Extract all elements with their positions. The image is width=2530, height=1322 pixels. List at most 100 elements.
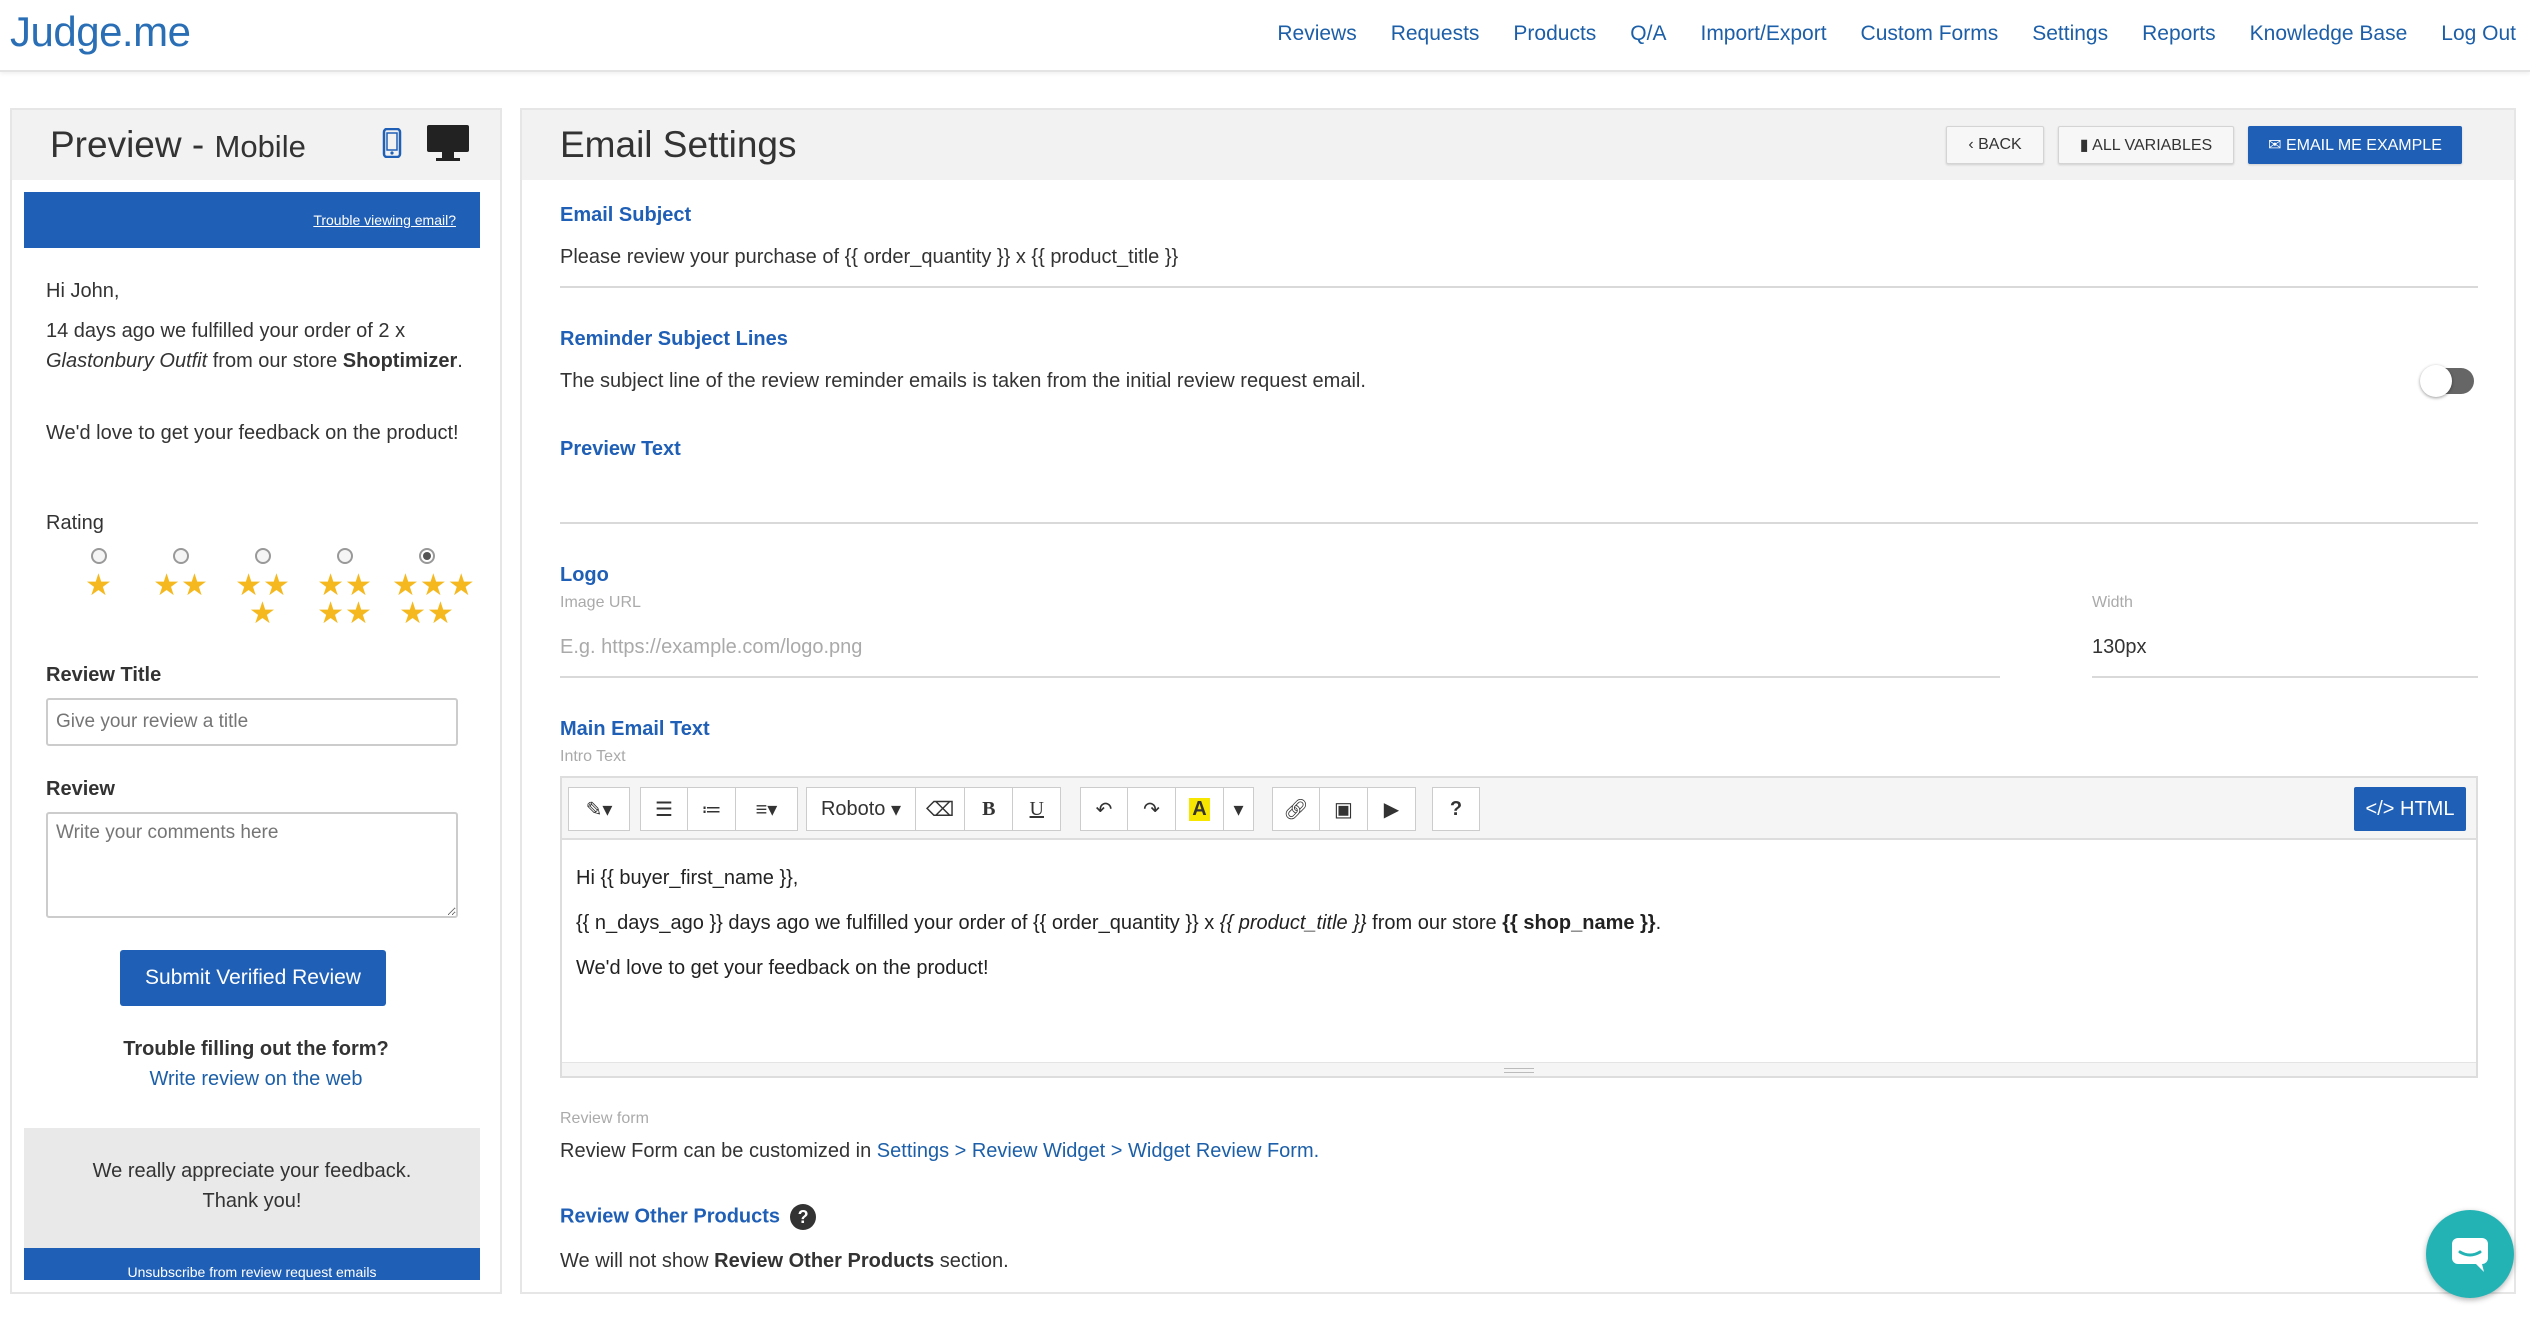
reminder-subject-toggle[interactable] [2420, 365, 2474, 397]
write-review-web-link[interactable]: Write review on the web [12, 1068, 500, 1091]
image-url-label: Image URL [560, 594, 641, 611]
all-variables-button[interactable]: ▮ ALL VARIABLES [2058, 126, 2234, 164]
email-p1-mid: from our store [207, 350, 343, 372]
rating-option-3[interactable]: ★★ ★ [228, 548, 298, 630]
ordered-list-button[interactable]: ☰ [640, 787, 688, 831]
nav-link-products[interactable]: Products [1513, 22, 1596, 46]
preview-title: Preview - Mobile [50, 124, 306, 166]
caret-down-icon: ▾ [1233, 798, 1244, 821]
trouble-viewing-link[interactable]: Trouble viewing email? [313, 212, 456, 228]
submit-review-button[interactable]: Submit Verified Review [120, 950, 386, 1006]
image-icon: ▣ [1334, 798, 1353, 821]
undo-icon: ↶ [1095, 798, 1113, 821]
font-family-select[interactable]: Roboto ▾ [806, 787, 916, 831]
rating-option-4[interactable]: ★★ ★★ [310, 548, 380, 630]
reminder-subject-title: Reminder Subject Lines [560, 328, 788, 350]
logo-title: Logo [560, 564, 609, 586]
email-p1-suffix: . [457, 350, 463, 372]
review-other-products-text: We will not show Review Other Products s… [560, 1250, 1009, 1273]
thanks-box: We really appreciate your feedback. Than… [24, 1128, 480, 1248]
help-icon[interactable]: ? [790, 1204, 817, 1230]
nav-link-log-out[interactable]: Log Out [2441, 22, 2516, 46]
bold-icon: B [982, 797, 996, 820]
other-products-bold: Review Other Products [714, 1250, 935, 1272]
nav-link-settings[interactable]: Settings [2032, 22, 2108, 46]
bold-button[interactable]: B [965, 787, 1014, 831]
trouble-form-text: Trouble filling out the form? [123, 1038, 389, 1060]
editor-line2-e: . [1655, 912, 1662, 934]
review-other-products-title: Review Other Products? [560, 1204, 817, 1230]
rating-radio-2[interactable] [173, 548, 189, 564]
align-button[interactable]: ≡▾ [736, 787, 798, 831]
undo-button[interactable]: ↶ [1080, 787, 1128, 831]
email-product-name: Glastonbury Outfit [46, 350, 208, 372]
magic-style-button[interactable]: ✎▾ [568, 787, 630, 831]
preview-text-input[interactable] [560, 482, 2478, 512]
mobile-icon[interactable] [382, 127, 402, 163]
rating-option-1[interactable]: ★ [64, 548, 134, 601]
ordered-list-icon: ☰ [655, 798, 673, 821]
other-products-prefix: We will not show [560, 1250, 715, 1272]
email-subject-input[interactable]: Please review your purchase of {{ order_… [560, 246, 1178, 269]
editor-line-order: {{ n_days_ago }} days ago we fulfilled y… [576, 901, 2462, 946]
insert-link-button[interactable]: 🔗︎ [1272, 787, 1320, 831]
rating-radio-5[interactable] [419, 548, 435, 564]
email-paragraph-feedback: We'd love to get your feedback on the pr… [46, 422, 459, 444]
preview-mode-label: Mobile [214, 129, 306, 164]
unordered-list-button[interactable]: ≔ [688, 787, 736, 831]
nav-link-custom-forms[interactable]: Custom Forms [1861, 22, 1999, 46]
preview-header: Preview - Mobile [12, 110, 500, 180]
nav-link-reports[interactable]: Reports [2142, 22, 2216, 46]
font-color-dropdown[interactable]: ▾ [1224, 787, 1254, 831]
editor-content[interactable]: Hi {{ buyer_first_name }}, {{ n_days_ago… [562, 840, 2476, 1076]
logo-width-input[interactable]: 130px [2092, 636, 2147, 659]
review-textarea[interactable] [46, 812, 458, 918]
font-color-button[interactable]: A [1176, 787, 1224, 831]
reminder-subject-text: The subject line of the review reminder … [560, 370, 1366, 392]
desktop-icon[interactable] [426, 124, 470, 167]
review-form-settings-link[interactable]: Settings > Review Widget > Widget Review… [877, 1140, 1319, 1162]
unsubscribe-bar: Unsubscribe from review request emails [24, 1248, 480, 1280]
image-url-input[interactable]: E.g. https://example.com/logo.png [560, 636, 862, 659]
other-products-suffix: section. [934, 1250, 1009, 1272]
unordered-list-icon: ≔ [701, 798, 722, 821]
email-me-example-button[interactable]: ✉ EMAIL ME EXAMPLE [2248, 126, 2462, 164]
preview-text-title: Preview Text [560, 438, 681, 460]
nav-link-knowledge-base[interactable]: Knowledge Base [2250, 22, 2408, 46]
toolbar-group-font: Roboto ▾ ⌫ B U [806, 787, 1062, 831]
html-code-button[interactable]: </> HTML [2354, 787, 2466, 831]
logo-width-underline [2092, 676, 2478, 678]
editor-resize-handle[interactable] [562, 1062, 2476, 1076]
nav-link-requests[interactable]: Requests [1391, 22, 1480, 46]
toolbar-group-help: ? [1432, 787, 1480, 831]
thanks-line-1: We really appreciate your feedback. [92, 1160, 412, 1182]
nav-link-reviews[interactable]: Reviews [1277, 22, 1356, 46]
stars-4-icon: ★★ ★★ [317, 569, 373, 630]
rating-option-5[interactable]: ★★★ ★★ [392, 548, 475, 629]
book-icon: ▮ [2079, 137, 2093, 154]
insert-image-button[interactable]: ▣ [1320, 787, 1368, 831]
help-icon: ? [1449, 797, 1463, 820]
unsubscribe-link[interactable]: Unsubscribe from review request emails [24, 1248, 480, 1280]
email-me-example-label: EMAIL ME EXAMPLE [2285, 137, 2442, 154]
insert-video-button[interactable]: ▶ [1368, 787, 1416, 831]
nav-link-qa[interactable]: Q/A [1630, 22, 1666, 46]
back-button[interactable]: ‹ BACK [1946, 126, 2044, 164]
settings-header: Email Settings ‹ BACK ▮ ALL VARIABLES ✉ … [522, 110, 2514, 180]
redo-button[interactable]: ↷ [1128, 787, 1176, 831]
underline-button[interactable]: U [1013, 787, 1062, 831]
preview-title-text: Preview [50, 124, 182, 165]
judgeme-logo[interactable]: Judge.me [10, 8, 191, 56]
review-title-input[interactable] [46, 698, 458, 746]
nav-link-import-export[interactable]: Import/Export [1700, 22, 1826, 46]
editor-toolbar: ✎▾ ☰ ≔ ≡▾ Roboto ▾ ⌫ B U ↶ ↷ A ▾ 🔗︎ ▣ ▶ … [562, 778, 2476, 840]
rating-option-2[interactable]: ★★ [146, 548, 216, 601]
rating-radio-1[interactable] [91, 548, 107, 564]
editor-help-button[interactable]: ? [1432, 787, 1480, 831]
editor-line-feedback: We'd love to get your feedback on the pr… [576, 957, 989, 979]
rating-radio-3[interactable] [255, 548, 271, 564]
clear-format-button[interactable]: ⌫ [916, 787, 966, 831]
stars-3-icon: ★★ ★ [235, 569, 291, 630]
rating-radio-4[interactable] [337, 548, 353, 564]
chat-widget-button[interactable] [2426, 1210, 2514, 1298]
